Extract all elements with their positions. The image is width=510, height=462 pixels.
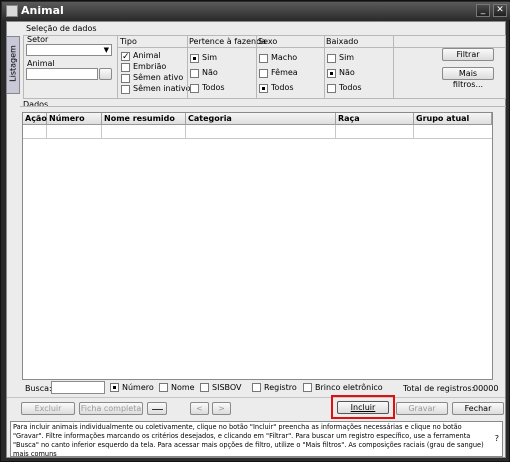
busca-sisbov-checkbox[interactable] [200, 383, 209, 392]
animal-label: Animal [27, 59, 55, 68]
sexo-femea-checkbox[interactable] [259, 69, 268, 78]
table-row[interactable] [23, 125, 492, 139]
tab-listagem-label: Listagem [8, 45, 18, 82]
fazenda-todos-checkbox[interactable] [190, 84, 199, 93]
help-question-icon[interactable]: ? [495, 434, 499, 443]
column-header-nome-resumido[interactable]: Nome resumido [102, 113, 186, 125]
baixado-sim-label: Sim [339, 53, 355, 62]
tipo-embriao-label: Embrião [133, 62, 167, 71]
baixado-label: Baixado [326, 37, 359, 46]
busca-sisbov-label: SISBOV [212, 383, 242, 392]
next-button[interactable]: > [212, 402, 231, 415]
title-bar[interactable]: Animal _ ✕ [2, 2, 510, 20]
filtrar-button[interactable]: Filtrar [442, 48, 494, 61]
busca-input[interactable] [51, 381, 105, 394]
cell-divider [413, 125, 414, 139]
divider [393, 35, 394, 99]
sexo-macho-checkbox[interactable] [259, 54, 268, 63]
fazenda-nao-label: Não [202, 68, 218, 77]
ficha-completa-button[interactable]: Ficha completa [79, 402, 143, 415]
divider [20, 106, 506, 107]
baixado-todos-checkbox[interactable] [327, 84, 336, 93]
tipo-animal-checkbox[interactable]: ✓ [121, 52, 130, 62]
busca-numero-label: Número [122, 383, 154, 392]
app-icon [6, 5, 18, 17]
animal-input[interactable] [26, 68, 98, 80]
tipo-semen-inativo-label: Sêmen inativo [133, 84, 191, 93]
baixado-todos-label: Todos [339, 83, 362, 92]
excluir-button[interactable]: Excluir [21, 402, 75, 415]
tab-listagem[interactable]: Listagem [7, 36, 20, 94]
sexo-todos-checkbox[interactable] [259, 84, 268, 93]
busca-label: Busca: [25, 384, 52, 393]
sexo-femea-label: Fêmea [271, 68, 298, 77]
divider [187, 35, 188, 99]
sexo-label: Sexo [258, 37, 278, 46]
tipo-animal-label: Animal [133, 51, 161, 60]
busca-nome-checkbox[interactable] [159, 383, 168, 392]
minimize-button[interactable]: _ [476, 4, 490, 17]
divider [117, 35, 118, 99]
busca-nome-label: Nome [171, 383, 195, 392]
dash-icon [152, 409, 163, 410]
fazenda-sim-label: Sim [202, 53, 218, 62]
close-button[interactable]: ✕ [493, 4, 507, 17]
tipo-label: Tipo [120, 37, 137, 46]
data-grid[interactable]: Ação Número Nome resumido Categoria Raça… [22, 112, 493, 380]
cell-divider [101, 125, 102, 139]
busca-registro-checkbox[interactable] [252, 383, 261, 392]
cell-divider [335, 125, 336, 139]
help-message: Para incluir animais individualmente ou … [10, 421, 503, 457]
incluir-button[interactable]: Incluir [337, 401, 389, 414]
cell-divider [46, 125, 47, 139]
column-header-acao[interactable]: Ação [23, 113, 47, 125]
baixado-sim-checkbox[interactable] [327, 54, 336, 63]
animal-lookup-button[interactable] [99, 68, 112, 80]
sexo-macho-label: Macho [271, 53, 298, 62]
selection-title: Seleção de dados [26, 24, 97, 33]
column-header-raca[interactable]: Raça [336, 113, 414, 125]
mais-filtros-button[interactable]: Mais filtros... [442, 67, 494, 89]
divider [7, 397, 505, 398]
busca-brinco-label: Brinco eletrônico [315, 383, 383, 392]
window-title: Animal [21, 4, 64, 17]
fechar-button[interactable]: Fechar [452, 402, 504, 415]
tipo-semen-ativo-checkbox[interactable] [121, 74, 130, 83]
dados-title: Dados [23, 100, 49, 109]
divider [256, 35, 257, 99]
total-registros-label: Total de registros: [403, 384, 475, 393]
fazenda-sim-checkbox[interactable] [190, 54, 199, 63]
chevron-down-icon: ▼ [103, 46, 109, 54]
fazenda-label: Pertence à fazenda [189, 37, 267, 46]
setor-label: Setor [27, 35, 49, 44]
cell-divider [185, 125, 186, 139]
help-text: Para incluir animais individualmente ou … [13, 423, 484, 457]
client-area: Listagem Seleção de dados Setor ▼ Animal… [6, 21, 506, 458]
application-window: Animal _ ✕ Listagem Seleção de dados Set… [0, 0, 510, 462]
busca-registro-label: Registro [264, 383, 297, 392]
busca-brinco-checkbox[interactable] [303, 383, 312, 392]
column-header-grupo-atual[interactable]: Grupo atual [414, 113, 492, 125]
options-button[interactable] [147, 402, 167, 415]
tipo-semen-ativo-label: Sêmen ativo [133, 73, 184, 82]
gravar-button[interactable]: Gravar [396, 402, 448, 415]
divider [324, 35, 325, 99]
previous-button[interactable]: < [190, 402, 209, 415]
fazenda-nao-checkbox[interactable] [190, 69, 199, 78]
column-header-categoria[interactable]: Categoria [186, 113, 336, 125]
baixado-nao-label: Não [339, 68, 355, 77]
baixado-nao-checkbox[interactable] [327, 69, 336, 78]
sexo-todos-label: Todos [271, 83, 294, 92]
column-header-numero[interactable]: Número [47, 113, 102, 125]
tipo-embriao-checkbox[interactable] [121, 63, 130, 72]
setor-select[interactable]: ▼ [26, 44, 112, 56]
fazenda-todos-label: Todos [202, 83, 225, 92]
busca-numero-checkbox[interactable] [110, 383, 119, 392]
total-registros-value: 00000 [473, 384, 499, 393]
tipo-semen-inativo-checkbox[interactable] [121, 85, 130, 94]
